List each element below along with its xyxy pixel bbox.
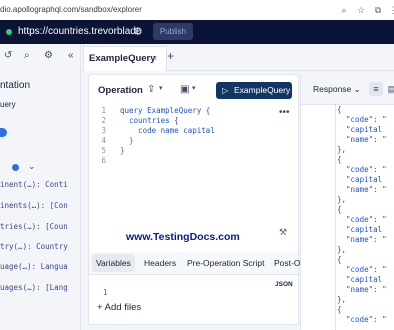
run-query-label: ExampleQuery [234,85,291,95]
response-line: }, [337,195,347,204]
operation-label: Operation [98,85,143,96]
doc-title: ntation [0,80,31,91]
format-icon[interactable]: ≡ [369,82,383,96]
tab-post-operation[interactable]: Post-O [274,254,300,272]
response-line: "name": " [337,285,387,294]
response-line: }, [337,295,347,304]
response-line: "capital [337,225,383,234]
chevron-down-icon[interactable]: ▾ [159,84,163,92]
line-number: 2 [101,116,106,125]
response-line: "code": " [337,165,387,174]
browser-url[interactable]: dio.apollographql.com/sandbox/explorer [0,5,142,14]
star-icon[interactable]: ☆ [354,3,368,17]
collapse-icon[interactable]: « [68,50,74,61]
run-query-button[interactable]: ▷ ExampleQuery [216,82,292,99]
chevron-down-icon: ⌄ [353,84,361,94]
code-line[interactable]: } [120,136,134,146]
endpoint-url[interactable]: https://countries.trevorblade [18,26,141,37]
line-number: 3 [101,126,106,135]
chevron-down-icon[interactable]: ⌄ [28,161,36,172]
app-header: https://countries.trevorblade ⚙ Publish [0,20,394,44]
response-line: "code": " [337,315,387,324]
response-label: Response [313,84,352,94]
gear-icon[interactable]: ⚙ [133,25,143,38]
browser-url-bar[interactable]: dio.apollographql.com/sandbox/explorer ⌕… [0,0,394,21]
response-line: { [337,305,342,314]
search-icon[interactable]: ⌕ [24,50,30,61]
doc-field[interactable]: uage(…): Langua [0,262,68,271]
plus-icon: + [97,302,105,313]
doc-query-label[interactable]: uery [0,100,16,109]
response-line: { [337,255,342,264]
settings-icon[interactable]: ⚙ [44,50,53,61]
share-icon[interactable]: ⇪ [147,84,155,95]
search-icon[interactable]: ⌕ [337,3,351,17]
variables-panel: Variables Headers Pre-Operation Script P… [88,252,300,325]
add-files-button[interactable]: + Add files [97,302,141,313]
json-format-label[interactable]: JSON [275,281,293,288]
close-icon[interactable]: × [152,53,157,63]
more-options-icon[interactable]: ••• [279,107,290,118]
response-line: "name": " [337,185,387,194]
line-number: 6 [101,156,106,165]
response-json: { "code": " "capital "name": "},{ "code"… [337,105,387,325]
extensions-icon[interactable]: ⧉ [371,3,385,17]
history-icon[interactable]: ↺ [4,50,12,61]
doc-field[interactable]: inent(…): Conti [0,180,68,189]
doc-field[interactable]: inents(…): [Con [0,201,68,210]
code-line[interactable]: } [120,146,125,156]
doc-field[interactable]: try(…): Country [0,242,68,251]
response-dropdown[interactable]: Response ⌄ [313,84,361,95]
response-line: "capital [337,275,383,284]
add-files-label: Add files [104,302,142,313]
tab-variables[interactable]: Variables [92,254,135,272]
add-tab-icon[interactable]: + [167,49,174,63]
response-line: }, [337,245,347,254]
tab-example-query[interactable]: ExampleQuery × [83,46,167,71]
tab-label: ExampleQuery [89,53,156,64]
response-line: { [337,105,342,114]
connection-status-dot [6,29,12,35]
field-selected-icon[interactable] [12,164,19,171]
menu-icon[interactable]: ⋮ [386,3,394,17]
query-tabs: ExampleQuery × + [81,44,394,71]
response-line: "code": " [337,265,387,274]
response-line: { [337,155,342,164]
code-line[interactable]: query ExampleQuery { [120,106,210,116]
play-icon: ▷ [222,86,229,95]
response-line: "name": " [337,235,387,244]
documentation-panel: ↺ ⌕ ⚙ « ntation uery ⌄ inent(…): Conti i… [0,44,81,330]
code-line[interactable]: countries { [120,116,179,126]
doc-toolbar: ↺ ⌕ ⚙ « [0,50,80,64]
chevron-down-icon[interactable]: ▾ [192,84,196,92]
tab-pre-operation-script[interactable]: Pre-Operation Script [187,254,264,272]
variables-tabs: Variables Headers Pre-Operation Script P… [89,252,300,275]
response-line: }, [337,145,347,154]
response-line: "capital [337,125,383,134]
response-line: { [337,205,342,214]
publish-button[interactable]: Publish [153,23,193,40]
line-number: 4 [101,136,106,145]
operation-panel: Operation ⇪ ▾ ▣ ▾ ▷ ExampleQuery ••• 1 q… [88,74,299,254]
watermark-text: www.TestingDocs.com [126,231,240,243]
doc-field[interactable]: tries(…): [Coun [0,222,68,231]
response-line: "name": " [337,135,387,144]
code-line[interactable]: code name capital [120,126,215,136]
selected-indicator-icon [0,128,7,137]
response-header: Response ⌄ ≡ ▤ [301,74,394,105]
tab-headers[interactable]: Headers [144,254,176,272]
wrench-icon[interactable]: ⚒ [279,227,287,238]
response-line: "code": " [337,215,387,224]
response-line: "capital [337,175,383,184]
line-number: 1 [101,106,106,115]
response-panel: Response ⌄ ≡ ▤ { "code": " "capital "nam… [300,74,394,330]
table-view-icon[interactable]: ▤ [385,82,394,96]
line-number: 5 [101,146,106,155]
response-line: "code": " [337,115,387,124]
line-number: 1 [103,288,108,297]
doc-field[interactable]: uages(…): [Lang [0,283,68,292]
save-icon[interactable]: ▣ [180,84,189,95]
